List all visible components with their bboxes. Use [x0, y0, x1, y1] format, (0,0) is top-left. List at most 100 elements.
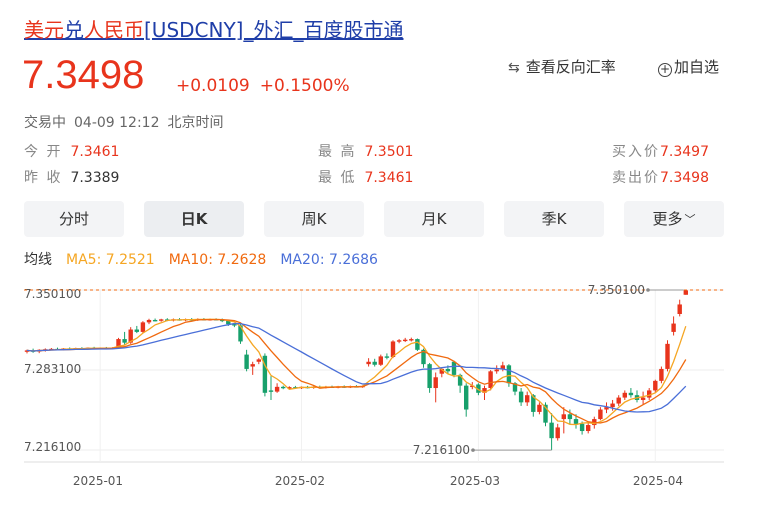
y-tick-label: 7.350100	[24, 287, 81, 301]
candle-body	[518, 391, 524, 403]
candle-body	[268, 390, 274, 392]
candle-body	[665, 343, 670, 369]
ma-lines	[26, 318, 687, 426]
candle-body	[549, 422, 554, 439]
candle-body	[396, 340, 402, 342]
candle-body	[409, 339, 414, 341]
tab-intraday[interactable]: 分时	[24, 201, 124, 237]
prev-close-quote: 昨 收 7.3389	[24, 169, 119, 187]
ma5-legend: MA5: 7.2521	[66, 252, 155, 268]
high-annotation-label: 7.350100	[588, 283, 645, 297]
tab-monthly-k[interactable]: 月K	[384, 201, 484, 237]
candle-body	[598, 409, 603, 420]
ma5-line	[26, 318, 687, 426]
candle-body	[622, 392, 627, 398]
candle-body	[525, 395, 530, 403]
chevron-down-icon: ﹀	[684, 213, 696, 226]
status-timezone: 北京时间	[167, 115, 224, 131]
candle-body	[579, 423, 585, 432]
trade-status: 交易中 04-09 12:12 北京时间	[24, 112, 223, 132]
open-label: 今 开	[24, 144, 63, 160]
candle-body	[659, 368, 664, 381]
y-tick-label: 7.216100	[24, 440, 81, 454]
add-favorite-label: 加自选	[674, 58, 720, 76]
kline-chart[interactable]: 7.350100 7.283100 7.216100 2025-01 2025-02 20…	[0, 272, 773, 513]
ask-quote: 卖出价7.3498	[612, 169, 709, 187]
tab-more[interactable]: 更多 ﹀	[624, 201, 724, 237]
x-tick-label: 2025-01	[73, 474, 123, 488]
candle-body	[378, 356, 383, 365]
ma10-legend: MA10: 7.2628	[168, 252, 267, 268]
candle-body	[433, 377, 438, 389]
candle-body	[671, 323, 676, 332]
candle-body	[159, 319, 164, 321]
plus-circle-icon: +	[658, 62, 672, 77]
high-label: 最 高	[318, 144, 357, 160]
candle-body	[573, 419, 579, 424]
high-quote: 最 高 7.3501	[318, 143, 413, 161]
x-tick-label: 2025-02	[275, 474, 325, 488]
title-quote-currency: 人民币	[84, 18, 144, 42]
x-tick-label: 2025-03	[450, 474, 500, 488]
page-title[interactable]: 美元兑人民币[USDCNY]_外汇_百度股市通	[24, 18, 403, 42]
candle-body	[677, 304, 682, 314]
add-favorite-button[interactable]: + 加自选	[658, 56, 719, 77]
reverse-rate-button[interactable]: ⇆ 查看反向汇率	[508, 56, 616, 77]
candle-body	[567, 414, 573, 420]
status-text: 交易中	[24, 115, 66, 131]
open-quote: 今 开 7.3461	[24, 143, 119, 161]
candle-body	[134, 329, 139, 332]
chart-annotations: 7.350100 7.283100 7.216100 2025-01 2025-02 20…	[24, 283, 724, 488]
candle-body	[427, 364, 432, 389]
candle-body	[653, 380, 658, 391]
candle-body	[152, 319, 158, 322]
candle-body	[494, 369, 499, 372]
candle-body	[506, 365, 512, 384]
candle-body	[464, 385, 469, 410]
candle-body	[403, 339, 408, 342]
high-value: 7.3501	[364, 144, 414, 160]
low-quote: 最 低 7.3461	[318, 169, 413, 187]
candle-body	[250, 364, 255, 367]
candle-body	[561, 414, 566, 420]
high-annotation-dot	[646, 288, 650, 292]
title-connector: 兑	[64, 18, 84, 42]
bid-quote: 买入价7.3497	[612, 143, 709, 161]
candle-body	[488, 371, 493, 389]
candle-body	[274, 386, 280, 392]
swap-icon: ⇆	[508, 60, 520, 76]
candle-body	[415, 339, 420, 350]
prev-close-label: 昨 收	[24, 170, 63, 186]
title-suffix: [USDCNY]_外汇_百度股市通	[144, 18, 404, 42]
candle-body	[586, 425, 591, 432]
period-tabs: 分时 日K 周K 月K 季K 更多 ﹀	[24, 201, 724, 237]
candle-body	[610, 403, 615, 408]
candle-body	[628, 392, 634, 396]
reverse-rate-label: 查看反向汇率	[525, 58, 616, 76]
low-annotation-label: 7.216100	[413, 443, 470, 457]
open-value: 7.3461	[70, 144, 120, 160]
ask-label: 卖出价	[612, 170, 660, 186]
ma20-legend: MA20: 7.2686	[280, 252, 378, 268]
candle-body	[281, 386, 286, 389]
prev-close-value: 7.3389	[70, 170, 120, 186]
ma-legend-label: 均线	[24, 252, 52, 268]
tab-more-label: 更多	[652, 210, 683, 228]
ma20-line	[26, 322, 687, 413]
candle-body	[140, 322, 146, 332]
change-value: +0.0109	[176, 76, 250, 96]
ma-legend: 均线 MA5: 7.2521 MA10: 7.2628 MA20: 7.2686	[24, 249, 392, 269]
low-annotation-dot	[471, 448, 475, 452]
candle-body	[384, 356, 390, 358]
tab-quarterly-k[interactable]: 季K	[504, 201, 604, 237]
x-tick-label: 2025-04	[633, 474, 683, 488]
change-percent: +0.1500%	[259, 76, 350, 96]
tab-daily-k[interactable]: 日K	[144, 201, 244, 237]
ma10-line	[26, 318, 687, 424]
candle-body	[537, 404, 542, 412]
title-base-currency: 美元	[24, 18, 64, 42]
candle-body	[122, 339, 127, 343]
current-price: 7.3498	[22, 53, 145, 97]
tab-weekly-k[interactable]: 周K	[264, 201, 364, 237]
bid-label: 买入价	[612, 144, 660, 160]
